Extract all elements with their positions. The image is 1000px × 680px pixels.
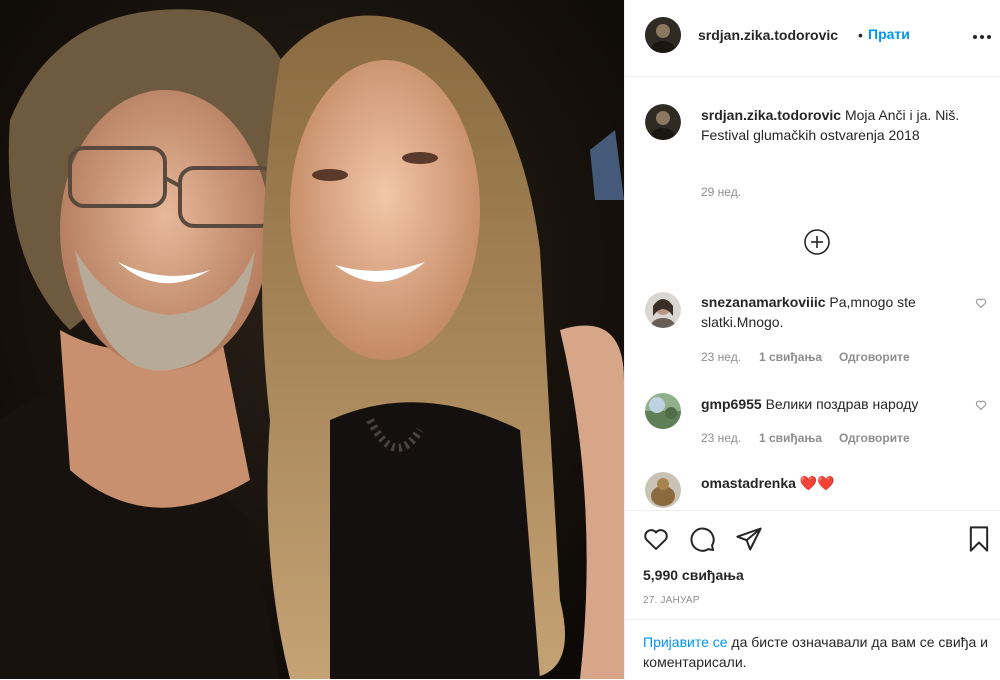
caption-username[interactable]: srdjan.zika.todorovic <box>701 107 841 123</box>
save-bookmark-icon[interactable] <box>965 525 993 553</box>
like-icon[interactable] <box>642 525 670 553</box>
share-icon[interactable] <box>735 525 763 553</box>
header-separator: • <box>858 27 863 43</box>
post-photo[interactable] <box>0 0 624 679</box>
divider <box>625 619 1000 620</box>
follow-button[interactable]: Прати <box>868 26 910 42</box>
caption-time[interactable]: 29 нед. <box>701 185 741 199</box>
commenter-avatar[interactable] <box>645 472 681 508</box>
comment-username[interactable]: snezanamarkoviiic <box>701 294 826 310</box>
photo-image <box>0 0 624 679</box>
comment-body: omastadrenka ❤️❤️ <box>701 473 981 493</box>
comment-likes[interactable]: 1 свиђања <box>759 350 822 364</box>
comment-reply-button[interactable]: Одговорите <box>839 350 910 364</box>
commenter-avatar[interactable] <box>645 393 681 429</box>
comment-time[interactable]: 23 нед. <box>701 350 741 364</box>
post-date[interactable]: 27. ЈАНУАР <box>643 595 700 606</box>
commenter-avatar[interactable] <box>645 292 681 328</box>
comment-like-icon[interactable] <box>975 296 987 309</box>
comment-icon[interactable] <box>688 525 716 553</box>
comment-text: Велики поздрав народу <box>765 396 919 412</box>
more-options-icon[interactable] <box>970 27 994 47</box>
login-prompt: Пријавите се да бисте означавали да вам … <box>643 632 993 672</box>
author-avatar[interactable] <box>645 17 681 53</box>
post-sidebar: srdjan.zika.todorovic • Прати srdjan.zik… <box>624 0 1000 680</box>
comment-like-icon[interactable] <box>975 398 987 411</box>
comment-body: gmp6955 Велики поздрав народу <box>701 394 981 414</box>
post-header: srdjan.zika.todorovic • Прати <box>625 0 1000 77</box>
login-link[interactable]: Пријавите се <box>643 634 728 650</box>
comment-username[interactable]: gmp6955 <box>701 396 762 412</box>
comment-reply-button[interactable]: Одговорите <box>839 431 910 445</box>
comment-body: snezanamarkoviiic Pa,mnogo ste slatki.Mn… <box>701 292 981 332</box>
comment-text: ❤️❤️ <box>799 475 835 491</box>
load-more-comments-icon[interactable] <box>803 228 831 256</box>
comment-time[interactable]: 23 нед. <box>701 431 741 445</box>
comment-likes[interactable]: 1 свиђања <box>759 431 822 445</box>
likes-count[interactable]: 5,990 свиђања <box>643 567 744 583</box>
author-username[interactable]: srdjan.zika.todorovic <box>698 27 838 43</box>
caption-avatar[interactable] <box>645 104 681 140</box>
action-section: 5,990 свиђања 27. ЈАНУАР Пријавите се да… <box>625 510 1000 680</box>
comment-username[interactable]: omastadrenka <box>701 475 796 491</box>
caption: srdjan.zika.todorovic Moja Anči i ja. Ni… <box>701 105 971 145</box>
